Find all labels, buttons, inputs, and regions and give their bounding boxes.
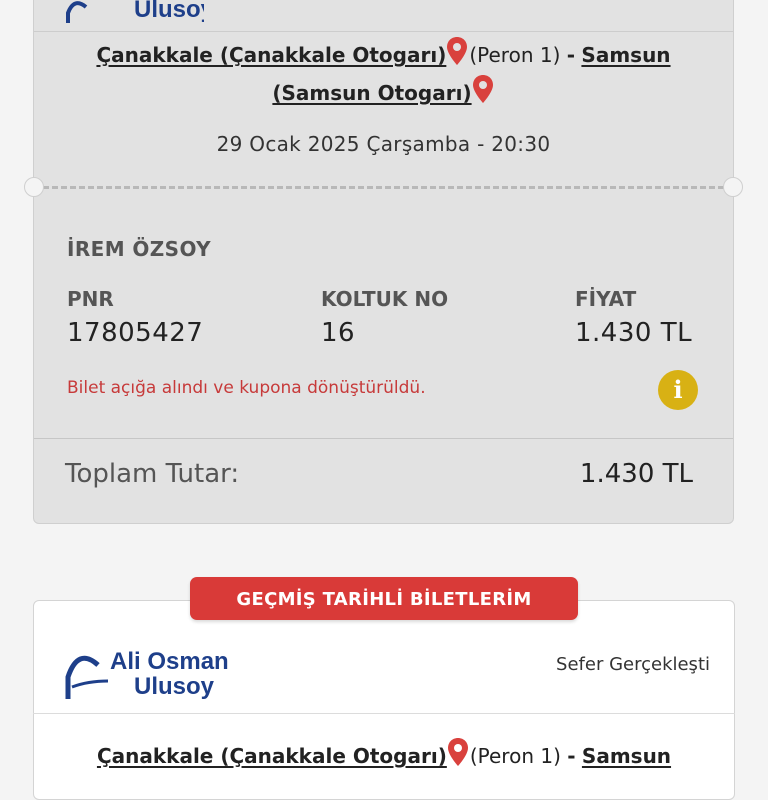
logo-text: Ulusoy: [134, 0, 204, 23]
info-icon[interactable]: i: [658, 370, 698, 410]
route-line-2: (Samsun Otogarı): [34, 74, 733, 112]
brand-logo: Ulusoy: [66, 0, 204, 23]
past-origin-link[interactable]: Çanakkale (Çanakkale Otogarı): [97, 744, 447, 768]
departure-datetime: 29 Ocak 2025 Çarşamba - 20:30: [216, 132, 551, 156]
ticket-notch-right: [723, 177, 743, 197]
origin-link[interactable]: Çanakkale (Çanakkale Otogarı): [96, 43, 446, 67]
price-value: 1.430 TL: [575, 318, 693, 348]
seat-value: 16: [321, 318, 356, 348]
platform-text: (Peron 1): [469, 43, 561, 67]
past-route-line-1: Çanakkale (Çanakkale Otogarı) (Peron 1) -…: [0, 737, 768, 775]
passenger-name: İREM ÖZSOY: [67, 237, 212, 261]
route-line-1: Çanakkale (Çanakkale Otogarı) (Peron 1) -…: [34, 36, 733, 74]
ticket-status-note: Bilet açığa alındı ve kupona dönüştürüld…: [67, 378, 426, 398]
trip-status: Sefer Gerçekleşti: [556, 654, 710, 675]
destination-terminal-link[interactable]: (Samsun Otogarı): [272, 81, 471, 105]
pnr-value: 17805427: [67, 318, 204, 348]
pnr-label: PNR: [67, 287, 114, 311]
logo-text-line2: Ulusoy: [134, 673, 215, 700]
past-platform-text: (Peron 1): [469, 744, 561, 768]
past-route-separator: -: [567, 744, 576, 768]
past-card-divider: [33, 713, 735, 714]
header-divider: [34, 31, 733, 32]
ticket-card: Ulusoy Çanakkale (Çanakkale Otogarı) (Per…: [24, 0, 743, 524]
seat-label: KOLTUK NO: [321, 287, 449, 311]
perforation-divider: [34, 186, 733, 189]
map-pin-icon[interactable]: [447, 737, 469, 767]
ticket-notch-left: [24, 177, 44, 197]
price-label: FİYAT: [575, 287, 637, 311]
total-value: 1.430 TL: [579, 459, 693, 489]
total-divider: [34, 438, 733, 439]
brand-logo: Ali Osman Ulusoy: [65, 648, 229, 700]
destination-city-link[interactable]: Samsun: [581, 43, 670, 67]
route-separator: -: [566, 43, 576, 67]
past-destination-city-link[interactable]: Samsun: [582, 744, 671, 768]
logo-text-line1: Ali Osman: [110, 648, 229, 675]
map-pin-icon[interactable]: [446, 36, 468, 66]
total-label: Toplam Tutar:: [65, 459, 240, 489]
map-pin-icon[interactable]: [472, 74, 494, 104]
past-tickets-section-title: GEÇMİŞ TARİHLİ BİLETLERİM: [190, 577, 578, 620]
